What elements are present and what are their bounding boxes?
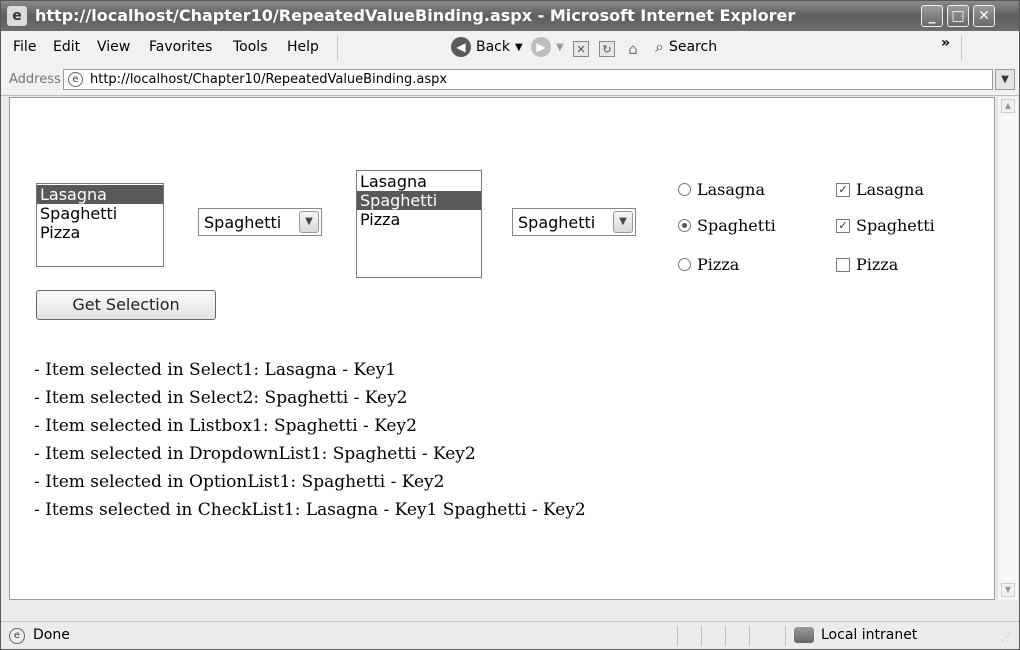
select1-option-spaghetti[interactable]: Spaghetti — [37, 204, 163, 223]
chevron-down-icon[interactable]: ▼ — [613, 211, 633, 233]
window-title: http://localhost/Chapter10/RepeatedValue… — [35, 6, 796, 25]
select2-value: Spaghetti — [204, 213, 282, 232]
checklist1-label: Lasagna — [856, 180, 924, 199]
result-line: - Items selected in CheckList1: Lasagna … — [34, 500, 586, 520]
checklist1-item-spaghetti[interactable]: ✓ Spaghetti — [836, 216, 935, 235]
menu-favorites[interactable]: Favorites — [149, 39, 212, 55]
checklist1-label: Spaghetti — [856, 216, 935, 235]
select1-listbox[interactable]: Lasagna Spaghetti Pizza — [36, 183, 164, 267]
vertical-scrollbar[interactable]: ▲ ▼ — [997, 97, 1018, 600]
back-arrow-icon: ◀ — [451, 37, 471, 57]
back-label: Back — [476, 39, 510, 55]
address-dropdown-button[interactable]: ▼ — [995, 69, 1015, 90]
listbox1-option-lasagna[interactable]: Lasagna — [357, 172, 481, 191]
optionlist1-item-lasagna[interactable]: Lasagna — [678, 180, 765, 199]
result-line: - Item selected in Select1: Lasagna - Ke… — [34, 360, 397, 380]
menu-edit[interactable]: Edit — [53, 39, 80, 55]
select1-option-pizza[interactable]: Pizza — [37, 223, 163, 242]
stop-icon[interactable]: ✕ — [573, 41, 589, 57]
status-divider — [749, 626, 750, 646]
dropdownlist1[interactable]: Spaghetti ▼ — [512, 208, 636, 236]
close-button[interactable]: ✕ — [973, 5, 995, 27]
checklist1-label: Pizza — [856, 255, 899, 274]
radio-button[interactable] — [678, 258, 691, 271]
optionlist1-label: Pizza — [697, 255, 740, 274]
listbox1-option-pizza[interactable]: Pizza — [357, 210, 481, 229]
result-line: - Item selected in Select2: Spaghetti - … — [34, 388, 408, 408]
get-selection-button[interactable]: Get Selection — [36, 290, 216, 320]
status-bar: e Done Local intranet ⋰ — [1, 621, 1019, 649]
select1-option-lasagna[interactable]: Lasagna — [37, 185, 163, 204]
listbox1[interactable]: Lasagna Spaghetti Pizza — [356, 170, 482, 278]
checklist1-item-lasagna[interactable]: ✓ Lasagna — [836, 180, 924, 199]
menu-bar: File Edit View Favorites Tools Help ◀ Ba… — [1, 31, 1019, 87]
menu-help[interactable]: Help — [287, 39, 319, 55]
radio-button[interactable] — [678, 183, 691, 196]
menu-tools[interactable]: Tools — [233, 39, 268, 55]
search-label: Search — [668, 39, 718, 55]
radio-button-selected[interactable] — [678, 219, 691, 232]
local-intranet-icon — [794, 627, 814, 643]
address-input[interactable]: e http://localhost/Chapter10/RepeatedVal… — [63, 69, 993, 90]
address-url: http://localhost/Chapter10/RepeatedValue… — [90, 72, 448, 87]
result-line: - Item selected in Listbox1: Spaghetti -… — [34, 416, 417, 436]
chevron-down-icon[interactable]: ▼ — [299, 211, 319, 233]
status-divider — [677, 626, 678, 646]
toolbar-overflow-button[interactable]: » — [941, 35, 950, 51]
refresh-icon[interactable]: ↻ — [599, 41, 615, 57]
dropdownlist1-value: Spaghetti — [518, 213, 596, 232]
optionlist1-item-pizza[interactable]: Pizza — [678, 255, 739, 274]
optionlist1-label: Lasagna — [697, 180, 765, 199]
security-zone-label: Local intranet — [821, 627, 918, 643]
resize-grip-icon[interactable]: ⋰ — [1001, 632, 1015, 646]
scroll-down-icon[interactable]: ▼ — [1001, 583, 1015, 597]
forward-button[interactable]: ▶ ▼ — [531, 37, 564, 57]
checkbox-checked[interactable]: ✓ — [836, 182, 850, 197]
page-done-icon: e — [9, 628, 25, 644]
menu-view[interactable]: View — [97, 39, 130, 55]
select2-dropdown[interactable]: Spaghetti ▼ — [198, 208, 322, 236]
forward-arrow-icon: ▶ — [531, 37, 551, 57]
checkbox[interactable] — [836, 257, 850, 272]
search-icon: ⌕ — [655, 37, 664, 56]
status-text: Done — [33, 627, 70, 643]
checkbox-checked[interactable]: ✓ — [836, 218, 850, 233]
back-dropdown-icon: ▼ — [515, 41, 523, 53]
forward-dropdown-icon: ▼ — [556, 41, 564, 53]
maximize-button[interactable]: □ — [947, 5, 969, 27]
toolbar-separator — [961, 35, 962, 61]
back-button[interactable]: ◀ Back ▼ — [451, 37, 523, 57]
status-divider — [701, 626, 702, 646]
minimize-button[interactable]: _ — [921, 5, 943, 27]
status-divider — [725, 626, 726, 646]
scroll-up-icon[interactable]: ▲ — [1001, 99, 1015, 113]
listbox1-option-spaghetti[interactable]: Spaghetti — [357, 191, 481, 210]
address-label: Address — [9, 72, 61, 87]
page-content: Lasagna Spaghetti Pizza Spaghetti ▼ Lasa… — [9, 97, 995, 600]
title-bar: e http://localhost/Chapter10/RepeatedVal… — [1, 1, 1019, 31]
result-line: - Item selected in OptionList1: Spaghett… — [34, 472, 445, 492]
optionlist1-label: Spaghetti — [697, 216, 776, 235]
result-line: - Item selected in DropdownList1: Spaghe… — [34, 444, 476, 464]
ie-icon: e — [7, 6, 27, 26]
optionlist1-item-spaghetti[interactable]: Spaghetti — [678, 216, 776, 235]
address-bar: Address e http://localhost/Chapter10/Rep… — [1, 65, 1019, 96]
page-icon: e — [68, 72, 83, 87]
checklist1-item-pizza[interactable]: Pizza — [836, 255, 898, 274]
status-divider — [785, 626, 786, 646]
menu-separator — [337, 35, 338, 61]
home-icon[interactable]: ⌂ — [625, 41, 641, 57]
menu-file[interactable]: File — [13, 39, 36, 55]
browser-window: e http://localhost/Chapter10/RepeatedVal… — [0, 0, 1020, 650]
search-button[interactable]: ⌕ Search — [655, 37, 717, 57]
